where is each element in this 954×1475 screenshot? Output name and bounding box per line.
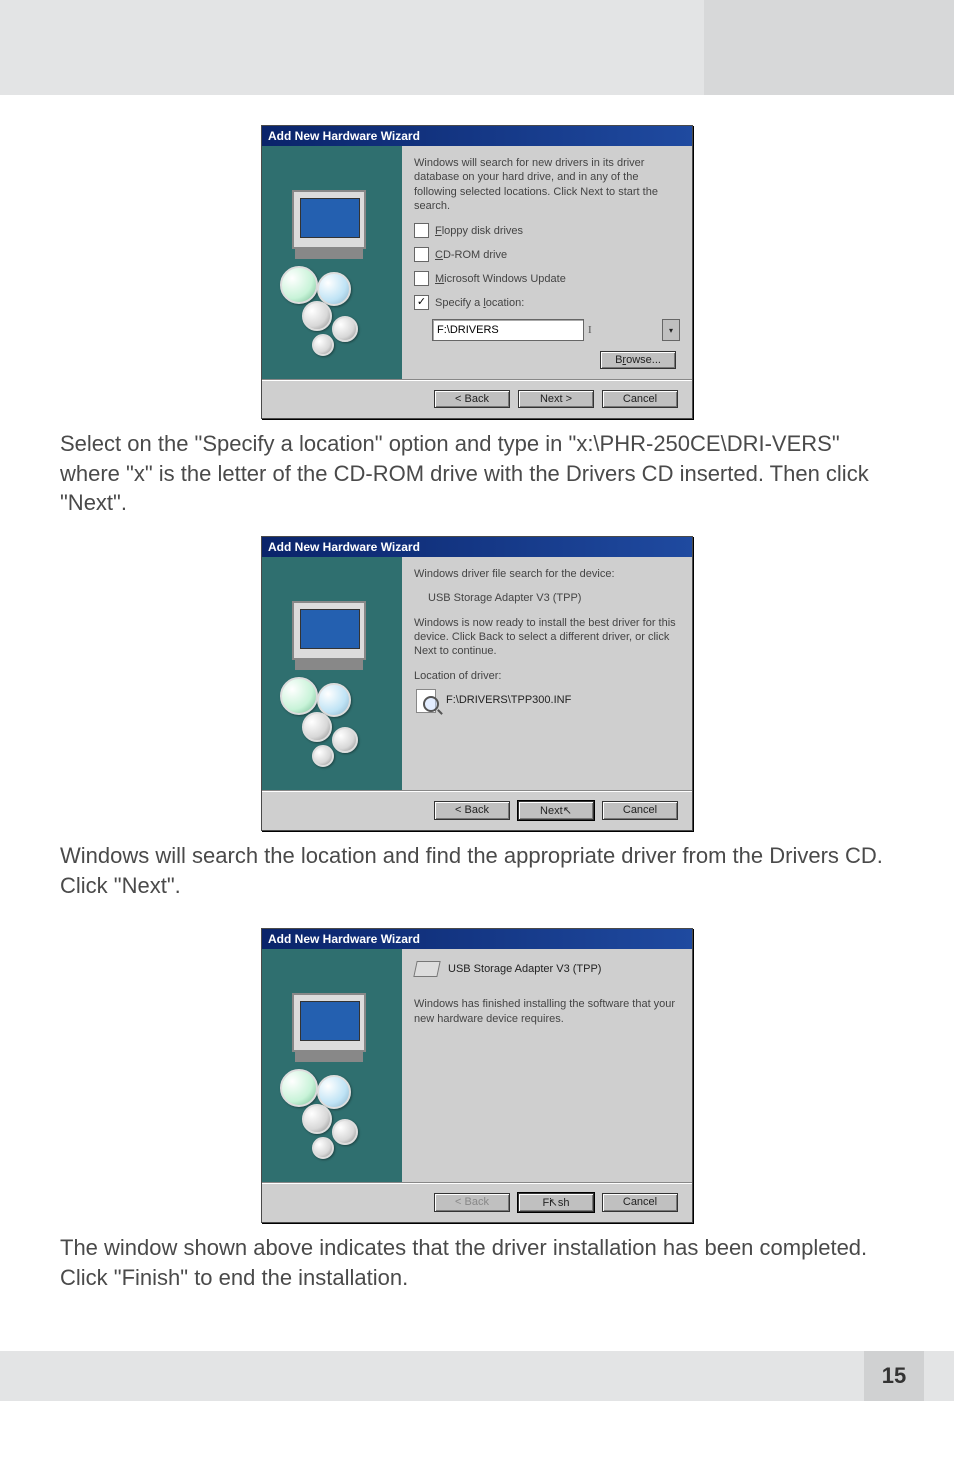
driver-location-text: F:\DRIVERS\TPP300.INF (446, 694, 571, 706)
cdrom-label: CD-ROM drive (435, 249, 507, 261)
ready-message-text: Windows is now ready to install the best… (414, 616, 680, 659)
wizard-side-graphic (262, 949, 402, 1182)
dialog-titlebar: Add New Hardware Wizard (262, 537, 692, 557)
cursor-arrow-icon: ↖ (563, 805, 572, 817)
device-name-text: USB Storage Adapter V3 (TPP) (448, 963, 601, 975)
wizard-dialog-finished: Add New Hardware Wizard USB Storage Adap… (261, 928, 693, 1223)
ms-update-label: Microsoft Windows Update (435, 273, 566, 285)
specify-location-checkbox[interactable] (414, 295, 429, 310)
ms-update-checkbox[interactable] (414, 271, 429, 286)
dialog-intro-text: Windows will search for new drivers in i… (414, 156, 680, 213)
floppy-checkbox[interactable] (414, 223, 429, 238)
location-dropdown-button[interactable]: ▾ (662, 319, 680, 341)
back-button[interactable]: < Back (434, 801, 510, 820)
page-header-accent (704, 0, 954, 95)
text-caret-icon: I (588, 324, 592, 336)
cancel-button[interactable]: Cancel (602, 1193, 678, 1212)
caption-2: Windows will search the location and fin… (60, 841, 894, 900)
finished-message-text: Windows has finished installing the soft… (414, 997, 680, 1026)
hardware-card-icon (414, 959, 440, 979)
page-number: 15 (882, 1363, 906, 1389)
next-button[interactable]: Next > (518, 390, 594, 408)
back-button[interactable]: < Back (434, 390, 510, 408)
caption-3: The window shown above indicates that th… (60, 1233, 894, 1292)
cursor-arrow-icon: ↖ (549, 1197, 558, 1209)
device-name-text: USB Storage Adapter V3 (TPP) (428, 591, 680, 605)
location-label: Location of driver: (414, 669, 680, 683)
next-button[interactable]: Next ↖ (518, 801, 594, 820)
page-number-box: 15 (864, 1351, 924, 1401)
finish-button[interactable]: Fi↖sh (518, 1193, 594, 1212)
location-path-input[interactable] (432, 319, 584, 341)
wizard-side-graphic (262, 557, 402, 790)
wizard-dialog-search: Add New Hardware Wizard Windows will sea… (261, 125, 693, 419)
specify-location-label: Specify a location: (435, 297, 524, 309)
cancel-button[interactable]: Cancel (602, 390, 678, 408)
caption-1: Select on the "Specify a location" optio… (60, 429, 894, 518)
wizard-side-graphic (262, 146, 402, 379)
search-header-text: Windows driver file search for the devic… (414, 567, 680, 581)
page-header-strip (0, 0, 954, 95)
back-button-disabled: < Back (434, 1193, 510, 1212)
dialog-titlebar: Add New Hardware Wizard (262, 929, 692, 949)
page-footer: 15 (0, 1351, 954, 1401)
page-content: Add New Hardware Wizard Windows will sea… (0, 95, 954, 1351)
inf-file-icon (414, 687, 440, 713)
cdrom-checkbox[interactable] (414, 247, 429, 262)
wizard-dialog-ready: Add New Hardware Wizard Windows driver f… (261, 536, 693, 831)
dialog-titlebar: Add New Hardware Wizard (262, 126, 692, 146)
browse-button[interactable]: Browse... (600, 351, 676, 369)
cancel-button[interactable]: Cancel (602, 801, 678, 820)
floppy-label: Floppy disk drives (435, 225, 523, 237)
